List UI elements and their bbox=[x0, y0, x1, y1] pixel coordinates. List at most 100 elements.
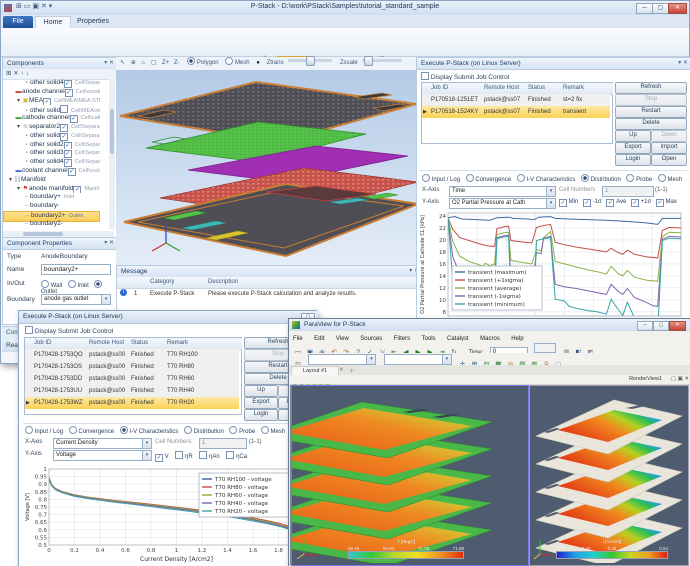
maximize-button[interactable]: ▢ bbox=[652, 3, 669, 14]
boundary-select[interactable]: anode gas outlet ▾ bbox=[41, 294, 111, 305]
tree-item[interactable]: ▾ ⟦⟧Manifold bbox=[3, 176, 100, 185]
up-button[interactable]: Up bbox=[615, 130, 651, 142]
tree-add-icon[interactable]: ⊞ bbox=[6, 70, 11, 77]
m1s-checkbox[interactable]: ✓ -1σ bbox=[583, 199, 602, 207]
job-row[interactable]: P170428-1753DD pstack@ss00 Finished T70 RH6… bbox=[25, 373, 239, 385]
open-button[interactable]: Open bbox=[651, 154, 687, 166]
tree-item[interactable]: ▪other solid2✓Cell\Separator\... bbox=[3, 141, 100, 150]
z-minus-button[interactable]: Z- bbox=[174, 60, 180, 66]
tree-item[interactable]: ▪other solid4✓Cell\Separator\... bbox=[3, 158, 100, 167]
job-row-selected[interactable]: ▶ P170518-1524KY pstack@ss07 Finished tr… bbox=[422, 106, 610, 118]
z-plus-button[interactable]: Z+ bbox=[162, 60, 169, 66]
time-max-input[interactable] bbox=[534, 343, 557, 353]
export-button[interactable]: Export bbox=[244, 397, 278, 409]
radio-iv-characteristics[interactable]: I-V Characteristics bbox=[119, 426, 178, 435]
polygon-radio[interactable]: Polygon bbox=[187, 57, 219, 66]
color-by-select[interactable]: ▾ bbox=[308, 354, 377, 365]
etaCa-checkbox[interactable]: ηCa bbox=[226, 451, 247, 460]
sphere-icon[interactable]: ● bbox=[256, 60, 260, 66]
cell-numbers-input[interactable]: 1 bbox=[199, 438, 247, 449]
p1s-checkbox[interactable]: ✓ +1σ bbox=[630, 199, 651, 207]
tree-item[interactable]: ▾⚑anode manifold✓Manifold\anode_... bbox=[3, 185, 100, 194]
maximize-button[interactable]: ▢ bbox=[653, 321, 669, 331]
tree-item[interactable]: ▾▣MEA✓Cell\MEA\MEA.STEP bbox=[3, 97, 100, 106]
login-button[interactable]: Login bbox=[244, 409, 278, 421]
refresh-button[interactable]: Refresh bbox=[615, 82, 687, 94]
max-checkbox[interactable]: ✓ Max bbox=[655, 199, 677, 207]
cell-numbers-input[interactable]: 1 bbox=[602, 186, 654, 197]
tree-item[interactable]: – boundary+ Inlet bbox=[3, 193, 100, 202]
tree-item[interactable]: – boundary- bbox=[3, 202, 100, 211]
radio-distribution[interactable]: Distribution bbox=[184, 426, 224, 435]
name-field[interactable]: boundary2+ bbox=[41, 264, 111, 275]
representation-select[interactable]: ▾ bbox=[383, 354, 452, 365]
panel-menu-icon[interactable]: ▾ ✕ bbox=[104, 238, 114, 249]
tree-item[interactable]: ▪other solid4✓Cell\Separator\... bbox=[3, 79, 100, 88]
radio-mesh[interactable]: Mesh bbox=[657, 174, 682, 183]
tree-item[interactable]: ▪other solidCell\MEA\other_... bbox=[3, 105, 100, 114]
components-vscrollbar[interactable] bbox=[109, 79, 115, 229]
radio-distribution[interactable]: Distribution bbox=[581, 174, 621, 183]
message-row[interactable]: i 1 Execute P-Stack Please execute P-Sta… bbox=[117, 288, 419, 300]
yaxis-select[interactable]: Voltage ▾ bbox=[53, 450, 152, 461]
tree-item[interactable]: ▪other solid3✓Cell\Separator\... bbox=[3, 149, 100, 159]
tree-up-icon[interactable]: ↑ bbox=[21, 70, 24, 77]
radio-probe[interactable]: Probe bbox=[229, 426, 255, 435]
minimize-button[interactable]: ─ bbox=[637, 321, 653, 331]
job-row[interactable]: P170428-1753UU pstack@ss00 Finished T70 RH4… bbox=[25, 385, 239, 397]
tab-properties[interactable]: Properties bbox=[71, 16, 115, 28]
close-layout-icon[interactable]: ✕ bbox=[339, 367, 344, 373]
viewport-3d-canvas[interactable] bbox=[116, 70, 422, 265]
zoom-icon[interactable]: ⊕ bbox=[131, 60, 136, 66]
radio-input-log[interactable]: Input / Log bbox=[422, 174, 460, 183]
tree-item[interactable]: ▾≋separator2✓Cell\Separator\sep... bbox=[3, 123, 100, 132]
radio-iv-characteristics[interactable]: I-V Characteristics bbox=[516, 174, 575, 183]
yaxis-select[interactable]: O2 Partial Pressure at Cath ▾ bbox=[449, 198, 556, 209]
inlet-radio[interactable] bbox=[67, 280, 76, 288]
login-button[interactable]: Login bbox=[615, 154, 651, 166]
add-layout-icon[interactable]: ＋ bbox=[349, 367, 355, 375]
render-view-temperature[interactable]: T [degC] 68.48 69.93 71.38 71.98 bbox=[291, 385, 529, 566]
radio-convergence[interactable]: Convergence bbox=[465, 174, 511, 183]
display-submit-job-checkbox[interactable]: Display Submit Job Control bbox=[25, 326, 113, 335]
render-view-current[interactable]: i [A/cm2] 0.38 0.42 0.46 0.50 0.54 bbox=[529, 385, 689, 566]
job-row[interactable]: P170428-1753QO pstack@ss00 Finished T70 RH1… bbox=[25, 349, 239, 361]
renderview-buttons[interactable]: ▢ ▣ ✕ bbox=[671, 376, 689, 382]
etaR-checkbox[interactable]: ηR bbox=[175, 451, 193, 460]
ztrans-slider[interactable] bbox=[288, 56, 333, 66]
close-button[interactable]: ✕ bbox=[668, 3, 687, 14]
outlet-radio[interactable] bbox=[94, 280, 103, 288]
home-view-icon[interactable]: ⌂ bbox=[141, 60, 145, 66]
radio-input-log[interactable]: Input / Log bbox=[25, 426, 63, 435]
etaAn-checkbox[interactable]: ηAn bbox=[199, 451, 220, 460]
v-checkbox[interactable]: ✓ V bbox=[155, 454, 169, 462]
up-button[interactable]: Up bbox=[244, 385, 278, 397]
minimize-button[interactable]: ─ bbox=[636, 3, 653, 14]
radio-convergence[interactable]: Convergence bbox=[68, 426, 114, 435]
panel-menu-icon[interactable]: ▾ ✕ bbox=[678, 58, 688, 69]
close-button[interactable]: ✕ bbox=[669, 321, 686, 331]
tab-file[interactable]: File bbox=[3, 16, 33, 28]
panel-menu-icon[interactable]: ▾ ✕ bbox=[104, 58, 114, 69]
job-window-titlebar[interactable]: Execute P-Stack (on Linux Server) ▢ bbox=[19, 311, 318, 324]
delete-button[interactable]: Delete bbox=[615, 118, 687, 130]
wall-radio[interactable] bbox=[41, 280, 49, 288]
tree-item[interactable]: ▪other solid✓Cell\Separator\... bbox=[3, 132, 100, 141]
radio-probe[interactable]: Probe bbox=[626, 174, 652, 183]
radio-mesh[interactable]: Mesh bbox=[260, 426, 285, 435]
select-cursor-icon[interactable]: ↖ bbox=[120, 60, 125, 66]
stop-button[interactable]: Stop bbox=[615, 94, 687, 106]
restart-button[interactable]: Restart bbox=[615, 106, 687, 118]
fit-view-icon[interactable]: ▢ bbox=[151, 60, 157, 66]
tree-item[interactable]: ▬anode channel✓Cell\anode_chan... bbox=[3, 88, 100, 97]
zscale-slider[interactable] bbox=[362, 56, 403, 66]
job-row-selected[interactable]: ▶ P170428-1753WZ pstack@ss00 Finished T70 R… bbox=[25, 397, 239, 409]
tree-down-icon[interactable]: ↓ bbox=[26, 70, 29, 77]
ave-checkbox[interactable]: ✓ Ave bbox=[606, 199, 626, 207]
tree-delete-icon[interactable]: ✕ bbox=[13, 70, 18, 77]
xaxis-select[interactable]: Time ▾ bbox=[449, 186, 556, 197]
tree-item[interactable]: – boundary2- bbox=[3, 220, 100, 229]
down-button[interactable]: Down bbox=[651, 130, 687, 142]
job-row[interactable]: P170428-1753OS pstack@ss00 Finished T70 RH8… bbox=[25, 361, 239, 373]
xaxis-select[interactable]: Current Density ▾ bbox=[53, 438, 152, 449]
